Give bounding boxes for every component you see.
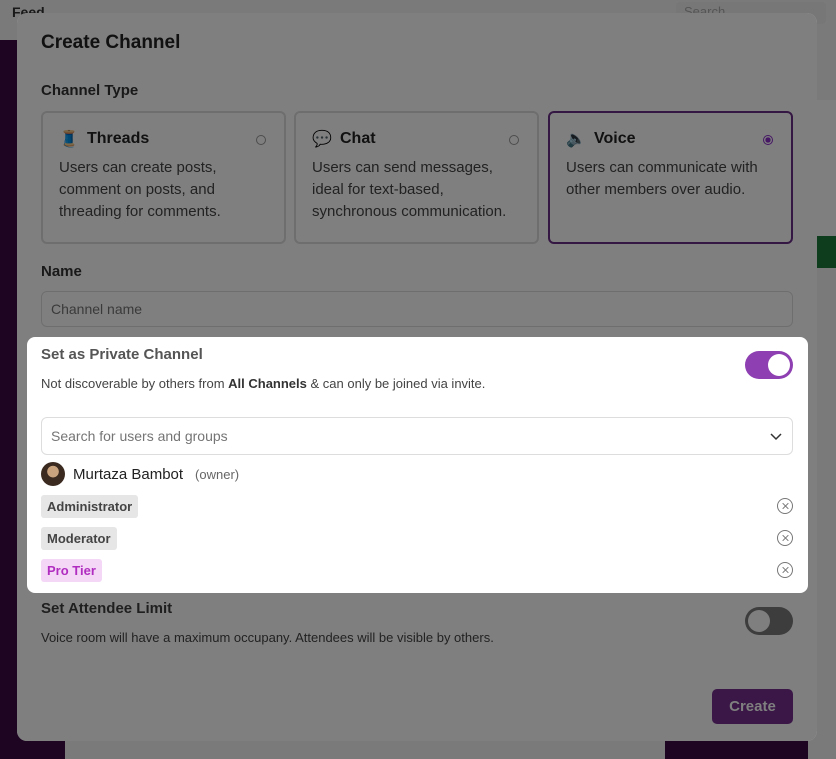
type-description: Users can send messages, ideal for text-…: [312, 159, 507, 220]
attendee-limit-description: Voice room will have a maximum occupany.…: [41, 630, 494, 645]
channel-type-voice[interactable]: 🔈 Voice Users can communicate with other…: [548, 111, 793, 244]
role-tag-pro-tier: Pro Tier: [41, 558, 102, 582]
attendee-limit-title: Set Attendee Limit: [41, 600, 173, 617]
channel-type-chat[interactable]: 💬 Chat Users can send messages, ideal fo…: [294, 111, 539, 244]
private-channel-title: Set as Private Channel: [41, 346, 203, 363]
thread-icon: 🧵: [59, 131, 79, 148]
remove-circle-icon[interactable]: [777, 498, 793, 514]
owner-tag: (owner): [195, 466, 240, 482]
type-name: Chat: [340, 130, 376, 147]
radio-chat[interactable]: [509, 135, 519, 145]
type-name: Threads: [87, 130, 150, 147]
role-row-pro-tier: Pro Tier: [41, 558, 793, 582]
remove-circle-icon[interactable]: [777, 530, 793, 546]
type-description: Users can create posts, comment on posts…: [59, 159, 221, 220]
modal-title: Create Channel: [41, 32, 181, 53]
private-channel-panel: Set as Private Channel Not discoverable …: [27, 337, 808, 593]
role-row-administrator: Administrator: [41, 494, 793, 518]
avatar: [41, 462, 65, 486]
channel-name-input[interactable]: [41, 291, 793, 327]
radio-voice[interactable]: [763, 135, 773, 145]
role-tag-moderator: Moderator: [41, 526, 117, 550]
name-label: Name: [41, 263, 82, 280]
role-tag-administrator: Administrator: [41, 494, 139, 518]
role-row-moderator: Moderator: [41, 526, 793, 550]
chevron-down-icon[interactable]: [769, 429, 783, 443]
remove-circle-icon[interactable]: [777, 562, 793, 578]
attendee-limit-toggle[interactable]: [745, 607, 793, 635]
speech-bubble-icon: 💬: [312, 131, 332, 148]
private-channel-description: Not discoverable by others from All Chan…: [41, 376, 486, 391]
toggle-knob: [768, 354, 790, 376]
radio-threads[interactable]: [256, 135, 266, 145]
channel-type-label: Channel Type: [41, 82, 139, 99]
type-description: Users can communicate with other members…: [566, 159, 758, 198]
create-button[interactable]: Create: [712, 689, 793, 724]
type-name: Voice: [594, 130, 636, 147]
owner-row: Murtaza Bambot (owner): [41, 462, 239, 486]
owner-name: Murtaza Bambot: [73, 465, 184, 483]
channel-type-threads[interactable]: 🧵 Threads Users can create posts, commen…: [41, 111, 286, 244]
member-search-field[interactable]: [41, 417, 793, 455]
toggle-knob: [748, 610, 770, 632]
private-channel-toggle[interactable]: [745, 351, 793, 379]
member-search-input[interactable]: [51, 428, 769, 444]
speaker-icon: 🔈: [566, 131, 586, 148]
